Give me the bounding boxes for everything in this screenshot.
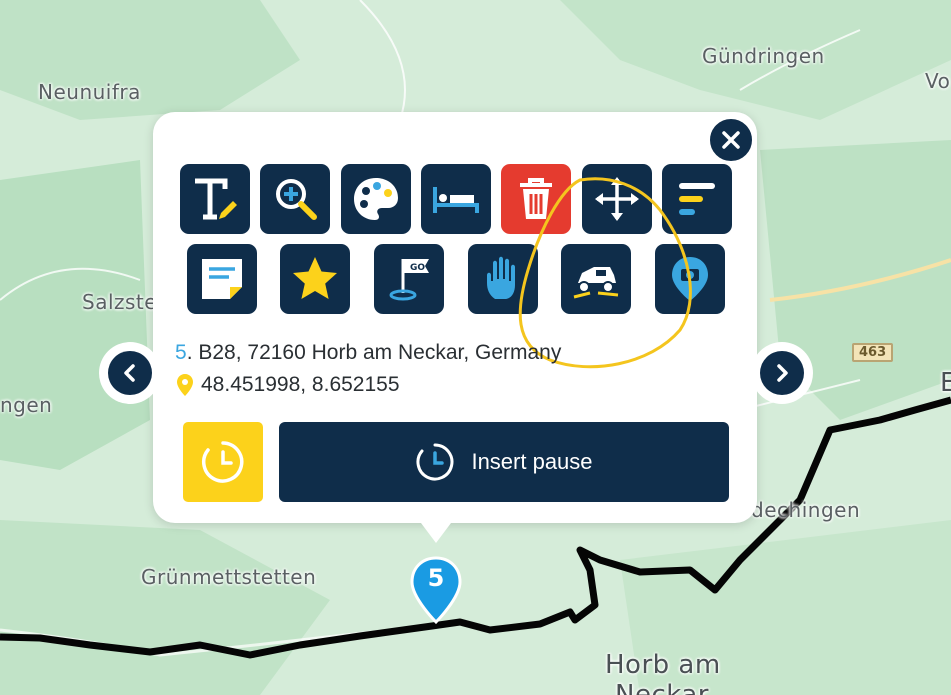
chevron-right-icon <box>777 364 788 382</box>
place-label-neckar: Neckar <box>615 680 709 695</box>
star-icon <box>293 257 337 299</box>
color-palette-button[interactable] <box>341 164 411 234</box>
chevron-left-icon <box>124 364 135 382</box>
zoom-in-icon <box>276 179 317 220</box>
place-label-vo: Vo <box>925 69 951 93</box>
place-label-salzste: Salzste <box>82 290 158 314</box>
timer-icon <box>202 441 244 483</box>
svg-text:GO: GO <box>410 263 425 273</box>
location-pin-icon <box>177 374 193 396</box>
palette-icon <box>354 178 398 220</box>
waypoint-number: 5 <box>175 341 187 364</box>
coordinates-text: 48.451998, 8.652155 <box>201 373 400 396</box>
place-label-horb: Horb am <box>605 650 721 680</box>
waypoint-coordinates: 48.451998, 8.652155 <box>175 373 400 397</box>
close-icon <box>722 131 740 149</box>
start-flag-button[interactable]: GO <box>374 244 444 314</box>
marker-label: 5 <box>427 564 445 592</box>
place-label-neunuifra: Neunuifra <box>38 80 141 104</box>
close-button[interactable] <box>707 116 755 164</box>
accommodation-button[interactable] <box>421 164 491 234</box>
go-flag-icon: GO <box>389 259 429 301</box>
edit-text-button[interactable] <box>180 164 250 234</box>
address-text: . B28, 72160 Horb am Neckar, Germany <box>186 341 562 364</box>
note-button[interactable] <box>187 244 257 314</box>
insert-pause-label: Insert pause <box>471 449 593 474</box>
next-button[interactable] <box>751 342 813 404</box>
note-icon <box>202 259 242 299</box>
waypoint-address: 5. B28, 72160 Horb am Neckar, Germany <box>175 341 561 365</box>
place-label-grunmettstetten: Grünmettstetten <box>141 565 317 589</box>
favorite-button[interactable] <box>280 244 350 314</box>
place-label-ldechingen: ldechingen <box>745 498 861 522</box>
previous-button[interactable] <box>99 342 161 404</box>
place-label-ngen: ngen <box>0 393 53 417</box>
waypoint-marker[interactable]: 5 <box>409 556 463 626</box>
zoom-in-button[interactable] <box>260 164 330 234</box>
place-label-gundringen: Gündringen <box>702 44 825 68</box>
road-number-shield: 463 <box>852 343 894 362</box>
popup-tail <box>418 519 454 543</box>
bed-icon <box>433 187 479 213</box>
clock-pause-icon <box>416 443 454 481</box>
insert-pause-button[interactable]: Insert pause <box>279 422 729 502</box>
edit-text-icon <box>195 178 237 220</box>
place-label-e: E <box>940 368 951 398</box>
timer-button[interactable] <box>183 422 263 502</box>
